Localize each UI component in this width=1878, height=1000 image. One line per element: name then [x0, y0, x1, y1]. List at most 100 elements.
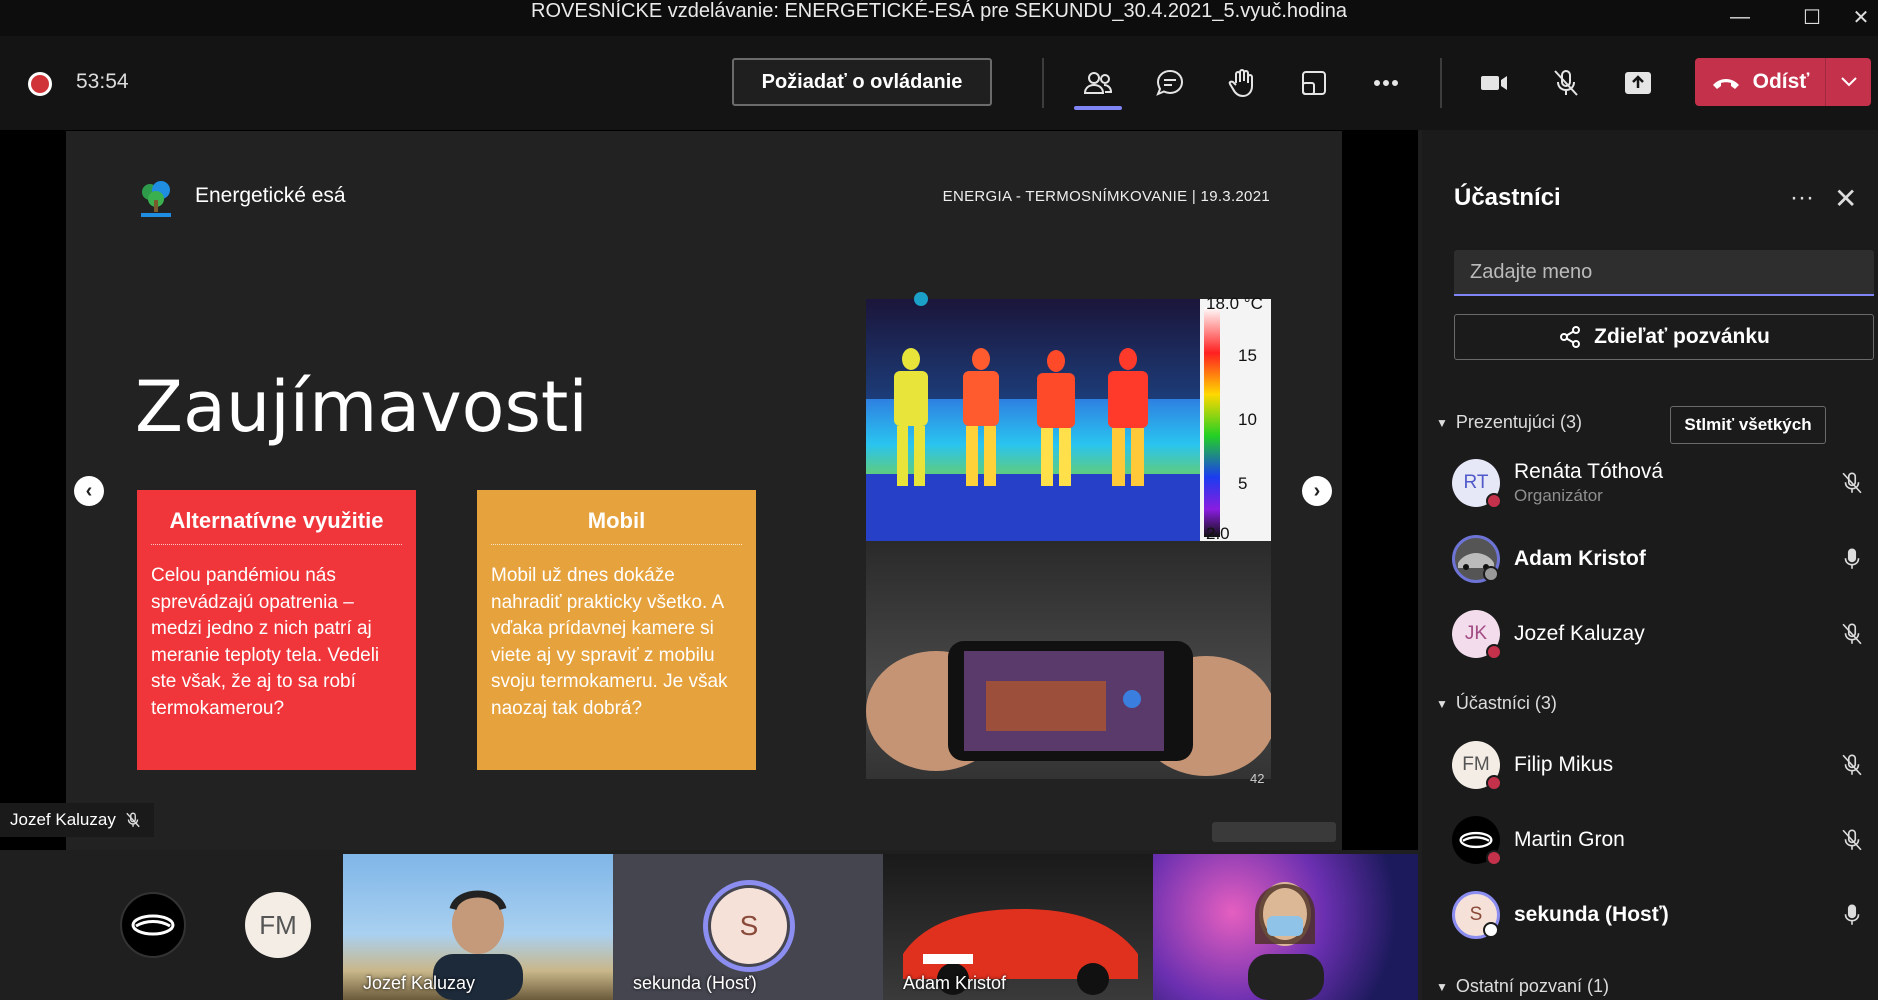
avatar-initials: RT [1463, 472, 1489, 493]
request-control-button[interactable]: Požiadať o ovládanie [732, 58, 992, 106]
phone-hangup-icon [1712, 79, 1739, 89]
participant-mic [1832, 614, 1872, 654]
chevron-right-icon: › [1313, 479, 1321, 502]
chat-icon [1156, 69, 1184, 96]
tile-label: Adam Kristof [903, 973, 1007, 993]
close-icon: ✕ [1834, 183, 1858, 214]
participant-name: Martin Gron [1514, 828, 1625, 851]
share-link-icon [1560, 326, 1581, 348]
mic-off-icon [1842, 754, 1862, 776]
chevron-left-icon: ‹ [85, 479, 93, 502]
share-invite-button[interactable]: Zdieľať pozvánku [1454, 314, 1874, 360]
pointer-dot [914, 292, 928, 306]
phone-thermal-photo [866, 541, 1276, 779]
scale-15: 15 [1238, 346, 1257, 365]
mute-all-button[interactable]: Stlmiť všetkých [1670, 406, 1826, 444]
scale-10: 10 [1238, 410, 1257, 429]
status-badge [1486, 493, 1502, 509]
avatar: FM [1452, 741, 1502, 791]
breakout-rooms-button[interactable] [1288, 58, 1340, 108]
gallery-avatar-martin[interactable] [120, 892, 186, 958]
chevron-down-icon [1840, 77, 1857, 87]
status-badge [1483, 566, 1499, 582]
window-title: ROVESNÍCKE vzdelávanie: ENERGETICKÉ-ESÁ … [531, 0, 1347, 22]
close-window-button[interactable]: ✕ [1844, 0, 1878, 34]
status-badge [1486, 775, 1502, 791]
video-tile-adam[interactable]: Adam Kristof [883, 854, 1153, 1000]
microphone-button[interactable] [1540, 58, 1592, 108]
mic-on-icon [1844, 904, 1860, 925]
leave-main[interactable]: Odísť [1695, 58, 1825, 106]
participant-role: Organizátor [1514, 486, 1603, 505]
recording-icon [28, 72, 52, 96]
prev-slide-button[interactable]: ‹ [74, 476, 104, 506]
tile-avatar: S [711, 888, 787, 964]
logo-avatar-icon [131, 914, 175, 936]
slide-brand-name: Energetické esá [195, 184, 346, 207]
others-header-label: Ostatní pozvaní (1) [1455, 976, 1609, 996]
avatar: RT [1452, 459, 1502, 509]
participant-row[interactable]: Martin Gron [1452, 807, 1872, 873]
card-alternative-use: Alternatívne využitie Celou pandémiou ná… [137, 490, 416, 770]
slide-title: Zaujímavosti [135, 366, 588, 448]
chat-button[interactable] [1144, 58, 1196, 108]
avatar [1452, 816, 1502, 866]
participant-mic [1832, 463, 1872, 503]
participant-mic [1832, 539, 1872, 579]
more-actions-button[interactable] [1360, 58, 1412, 108]
participant-search-input[interactable] [1454, 250, 1874, 296]
video-tile-sekunda[interactable]: S sekunda (Hosť) [613, 854, 883, 1000]
participant-row[interactable]: JK Jozef Kaluzay [1452, 601, 1872, 667]
card-title: Alternatívne využitie [151, 508, 402, 545]
participant-row[interactable]: RT Renáta Tóthová Organizátor [1452, 450, 1872, 516]
card-title: Mobil [491, 508, 742, 545]
raise-hand-icon [1228, 69, 1253, 98]
participant-name: Jozef Kaluzay [1514, 622, 1645, 645]
leave-button[interactable]: Odísť [1695, 58, 1871, 106]
gallery-avatar-fm[interactable]: FM [245, 892, 311, 958]
share-content-button[interactable] [1612, 58, 1664, 108]
maximize-icon: ☐ [1803, 6, 1821, 29]
slide-controls[interactable] [1212, 822, 1336, 842]
minimize-button[interactable]: — [1710, 0, 1770, 34]
status-badge [1483, 922, 1499, 938]
raise-hand-button[interactable] [1216, 58, 1268, 108]
toolbar-divider [1440, 58, 1442, 108]
participant-row[interactable]: Adam Kristof [1452, 526, 1872, 592]
scale-max: 18.0 °C [1206, 294, 1263, 313]
people-active-indicator [1074, 106, 1122, 110]
panel-more-button[interactable]: ··· [1790, 184, 1814, 212]
card-mobile: Mobil Mobil už dnes dokáže nahradiť prak… [477, 490, 756, 770]
next-slide-button[interactable]: › [1302, 476, 1332, 506]
slide-meta: ENERGIA - TERMOSNÍMKOVANIE | 19.3.2021 [942, 188, 1270, 205]
mic-off-icon [1842, 472, 1862, 494]
participant-row[interactable]: FM Filip Mikus [1452, 732, 1872, 798]
status-badge [1486, 644, 1502, 660]
participant-row[interactable]: S sekunda (Hosť) [1452, 882, 1872, 948]
temperature-gradient [1204, 307, 1220, 537]
attendees-header-label: Účastníci (3) [1455, 693, 1557, 713]
presenters-section-header[interactable]: ▼ Prezentujúci (3) [1436, 412, 1582, 433]
panel-title: Účastníci [1454, 184, 1561, 211]
avatar-initials: JK [1464, 623, 1488, 644]
avatar [1452, 535, 1500, 583]
attendees-section-header[interactable]: ▼ Účastníci (3) [1436, 693, 1557, 714]
panel-close-button[interactable]: ✕ [1834, 182, 1857, 215]
others-section-header[interactable]: ▼ Ostatní pozvaní (1) [1436, 976, 1609, 997]
mic-off-icon [1554, 70, 1578, 96]
participant-name: Filip Mikus [1514, 753, 1614, 776]
slide-page-number: 42 [1250, 771, 1265, 786]
chevron-down-icon: ▼ [1436, 696, 1448, 711]
video-tile-renata[interactable] [1153, 854, 1418, 1000]
leave-options-button[interactable] [1826, 58, 1871, 106]
maximize-button[interactable]: ☐ [1782, 0, 1842, 34]
avatar: S [1452, 891, 1500, 939]
mic-off-icon [126, 812, 140, 828]
people-icon [1083, 72, 1113, 94]
video-tile-jozef[interactable]: Jozef Kaluzay [343, 854, 613, 1000]
people-button[interactable] [1072, 58, 1124, 108]
presenter-name: Jozef Kaluzay [10, 810, 116, 829]
tile-label: sekunda (Hosť) [633, 973, 757, 993]
close-icon: ✕ [1852, 6, 1870, 29]
camera-button[interactable] [1468, 58, 1520, 108]
